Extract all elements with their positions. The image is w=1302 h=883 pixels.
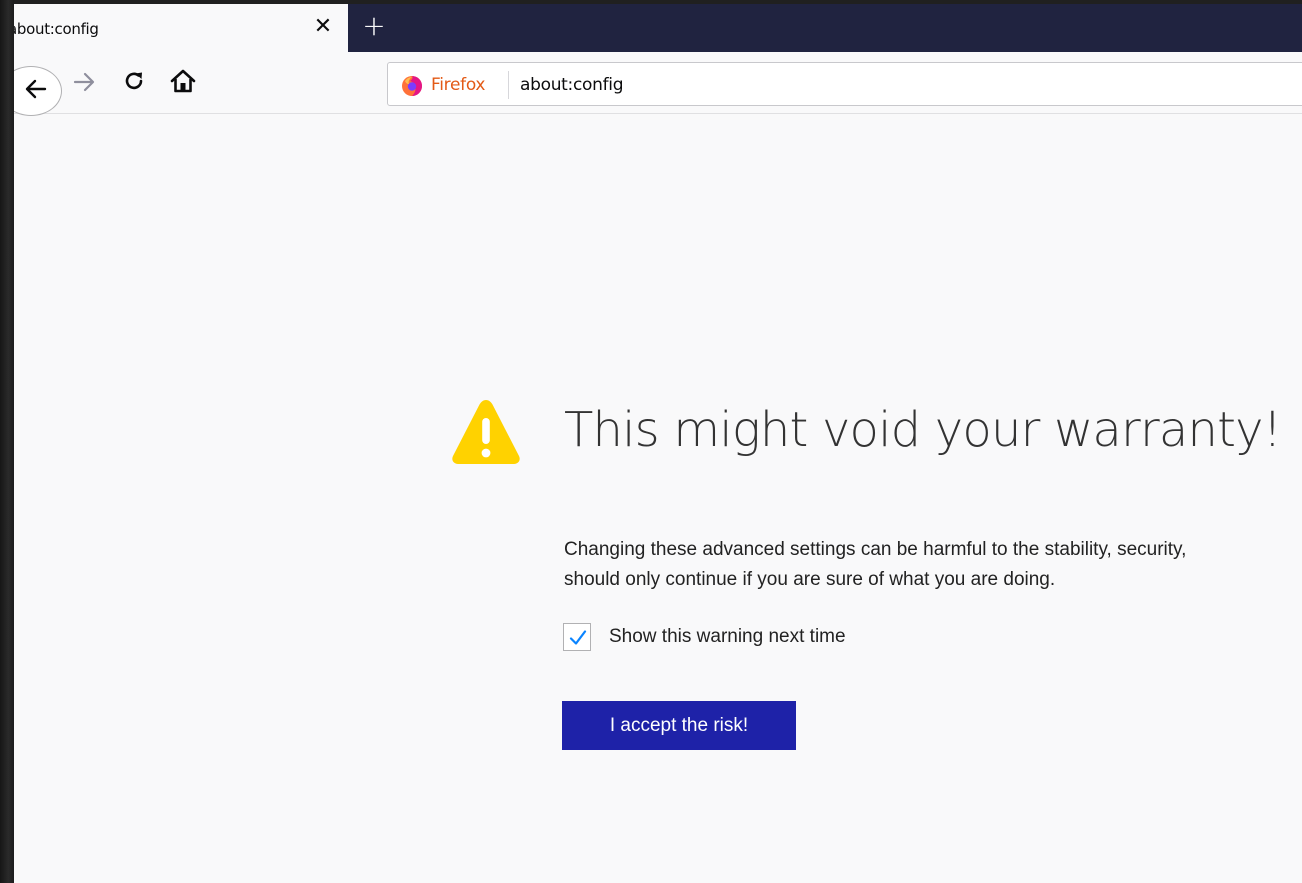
tab-close-icon[interactable]: ✕ xyxy=(312,16,334,38)
url-separator xyxy=(508,71,509,99)
page-title: This might void your warranty! xyxy=(564,402,1282,458)
home-icon xyxy=(170,69,196,93)
warning-description: Changing these advanced settings can be … xyxy=(564,535,1302,595)
accept-risk-button[interactable]: I accept the risk! xyxy=(562,701,796,750)
url-text[interactable]: about:config xyxy=(520,75,624,95)
window-left-frame xyxy=(0,0,14,883)
description-line-2: should only continue if you are sure of … xyxy=(564,569,1056,590)
new-tab-icon[interactable]: + xyxy=(360,12,388,40)
url-bar[interactable]: Firefox about:config xyxy=(387,62,1302,106)
description-line-1: Changing these advanced settings can be … xyxy=(564,539,1187,560)
tab-about-config[interactable]: about:config ✕ xyxy=(14,4,348,52)
reload-button[interactable] xyxy=(123,69,147,98)
browser-window: about:config ✕ + Firefox about:config Th… xyxy=(14,4,1302,883)
tab-title: about:config xyxy=(14,20,99,38)
identity-label: Firefox xyxy=(431,75,486,95)
arrow-right-icon xyxy=(73,72,95,92)
show-warning-checkbox[interactable] xyxy=(563,623,591,651)
tab-bar: about:config ✕ + xyxy=(14,4,1302,52)
arrow-left-icon xyxy=(25,79,47,99)
checkmark-icon xyxy=(569,630,587,645)
firefox-logo-icon xyxy=(402,76,422,96)
forward-button[interactable] xyxy=(73,71,95,98)
navigation-toolbar: Firefox about:config xyxy=(14,52,1302,116)
show-warning-label[interactable]: Show this warning next time xyxy=(609,626,846,648)
reload-icon xyxy=(125,72,143,90)
back-button[interactable] xyxy=(14,66,62,116)
home-button[interactable] xyxy=(170,69,196,98)
warning-icon xyxy=(450,396,522,473)
